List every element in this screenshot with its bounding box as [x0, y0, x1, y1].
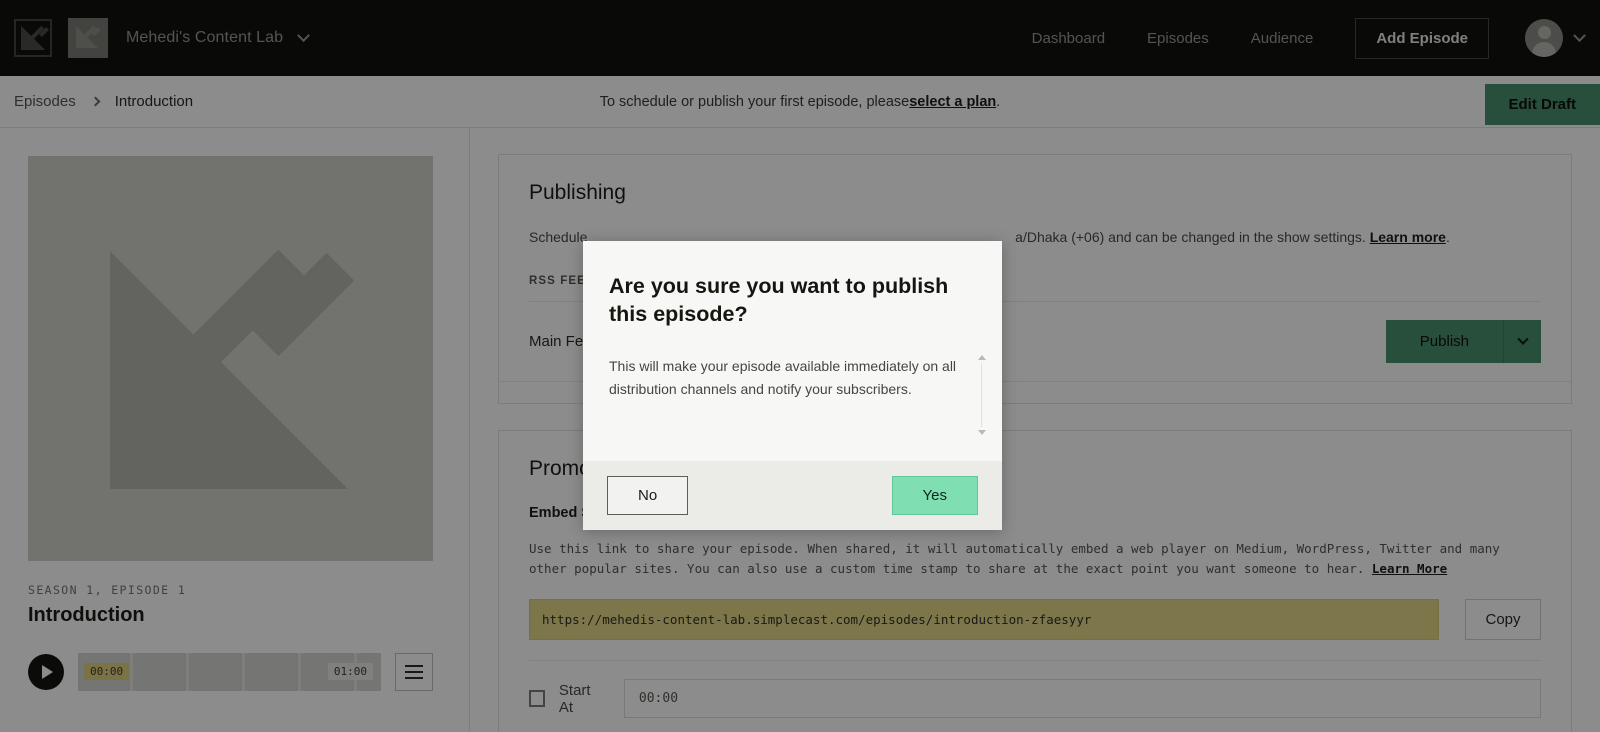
- dialog-header: Are you sure you want to publish this ep…: [583, 241, 1002, 329]
- yes-button[interactable]: Yes: [891, 475, 978, 515]
- dialog-scrollbar[interactable]: [977, 354, 988, 435]
- scroll-arrow-down-icon[interactable]: [978, 429, 986, 435]
- dialog-body-text: This will make your episode available im…: [609, 357, 957, 397]
- publish-confirmation-dialog: Are you sure you want to publish this ep…: [583, 241, 1002, 530]
- dialog-footer: No Yes: [583, 460, 1002, 530]
- scrollbar-track[interactable]: [981, 362, 982, 427]
- dialog-body-wrap: This will make your episode available im…: [583, 329, 1002, 435]
- scroll-arrow-up-icon[interactable]: [978, 354, 986, 360]
- dialog-title: Are you sure you want to publish this ep…: [609, 274, 949, 326]
- no-button[interactable]: No: [607, 475, 689, 515]
